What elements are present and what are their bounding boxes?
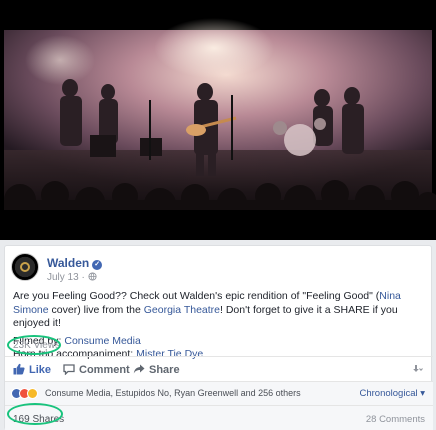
globe-icon	[88, 272, 97, 281]
share-label: Share	[149, 364, 180, 376]
thumbs-up-icon	[13, 363, 25, 375]
reaction-names[interactable]: Consume Media, Estupidos No, Ryan Greenw…	[45, 388, 301, 398]
consume-media-link[interactable]: Consume Media	[64, 335, 140, 347]
like-button[interactable]: Like	[13, 363, 51, 376]
concert-video-frame	[0, 0, 436, 240]
stats-bar: 169 Shares 28 Comments	[5, 406, 433, 430]
post-message: Are you Feeling Good?? Check out Walden'…	[13, 290, 401, 329]
post-body: Are you Feeling Good?? Check out Walden'…	[13, 290, 423, 362]
share-button[interactable]: Share	[133, 363, 180, 376]
post-timestamp[interactable]: July 13 ·	[47, 272, 97, 283]
page-name-link[interactable]: Walden ✓	[47, 256, 103, 270]
filmed-by-line: Filmed by: Consume Media	[13, 334, 141, 347]
comment-sort-dropdown[interactable]: Chronological ▾	[360, 388, 426, 399]
views-highlight-ring	[7, 335, 61, 355]
video-player[interactable]	[0, 0, 436, 240]
comment-icon	[63, 364, 75, 376]
post-card: Walden ✓ July 13 · Are you Feeling Good??…	[4, 245, 433, 430]
action-bar: Like Comment Share	[5, 356, 433, 382]
like-label: Like	[29, 364, 52, 376]
download-icon	[413, 365, 423, 372]
comment-label: Comment	[79, 364, 130, 376]
share-options-menu[interactable]	[412, 364, 423, 377]
reactions-bar: Consume Media, Estupidos No, Ryan Greenw…	[5, 382, 433, 406]
share-arrow-icon	[133, 364, 145, 374]
page-avatar[interactable]	[11, 253, 39, 281]
page-name[interactable]: Walden	[47, 256, 89, 270]
reaction-icons[interactable]	[11, 388, 41, 400]
sort-label: Chronological ▾	[359, 388, 426, 399]
comment-button[interactable]: Comment	[63, 363, 130, 376]
verified-badge-icon: ✓	[92, 260, 103, 270]
comment-count[interactable]: 28 Comments	[366, 414, 425, 425]
post-date[interactable]: July 13 ·	[47, 272, 85, 283]
wow-reaction-icon	[27, 388, 38, 399]
shares-highlight-ring	[7, 403, 63, 425]
georgia-theatre-link[interactable]: Georgia Theatre	[144, 304, 220, 316]
